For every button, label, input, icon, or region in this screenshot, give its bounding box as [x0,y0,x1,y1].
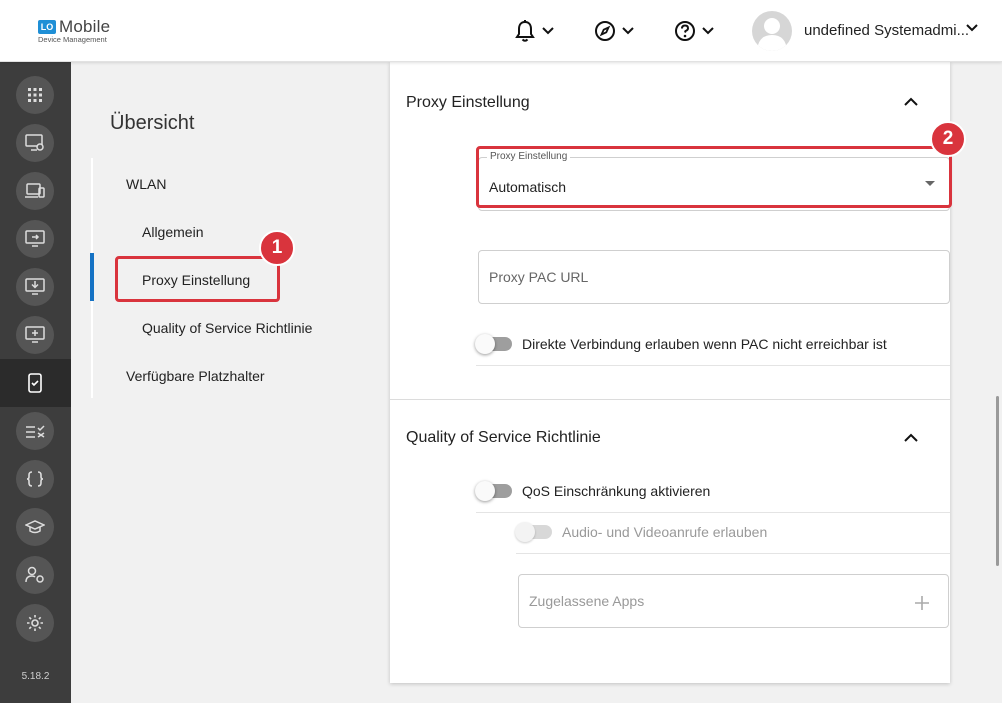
qos-collapse-chevron-icon[interactable] [904,433,918,442]
allowed-apps-field[interactable]: Zugelassene Apps [518,574,949,628]
overview-item-allgemein[interactable]: Allgemein [142,224,203,240]
bell-icon [515,20,535,42]
icon-rail: 5.18.2 [0,62,71,703]
notifications-menu[interactable] [514,18,554,44]
user-menu-chevron-icon[interactable] [966,24,978,32]
compass-menu[interactable] [594,18,634,44]
direct-connection-label: Direkte Verbindung erlauben wenn PAC nic… [522,336,887,352]
compass-icon [595,21,615,41]
callout-highlight-2 [476,146,952,208]
top-bar: LO Mobile Device Management undefined Sy… [0,0,1002,62]
add-icon[interactable] [914,595,930,611]
user-name[interactable]: undefined Systemadmi... [804,22,969,39]
proxy-pac-url-placeholder: Proxy PAC URL [489,269,589,285]
rail-add-device-button[interactable] [16,316,54,354]
user-avatar[interactable] [752,11,792,51]
av-calls-label: Audio- und Videoanrufe erlauben [562,524,768,540]
devices-icon [25,183,45,198]
logo-subtitle: Device Management [38,35,107,44]
proxy-collapse-chevron-icon[interactable] [904,97,918,106]
rail-devices-button[interactable] [16,172,54,210]
rail-mobile-check-button[interactable] [16,364,54,402]
rail-device-settings-button[interactable] [16,124,54,162]
apps-grid-icon [28,88,42,102]
device-settings-icon [25,134,44,151]
rail-braces-button[interactable] [16,460,54,498]
graduation-icon [25,520,45,534]
direct-connection-row: Direkte Verbindung erlauben wenn PAC nic… [475,326,950,366]
qos-limit-row: QoS Einschränkung aktivieren [475,473,950,513]
overview-panel: Übersicht WLAN Allgemein Proxy Einstellu… [71,62,389,703]
toggle-knob [475,481,495,501]
user-settings-icon [25,566,44,583]
allowed-apps-placeholder: Zugelassene Apps [529,593,645,609]
rail-checklist-button[interactable] [16,412,54,450]
proxy-pac-url-input[interactable]: Proxy PAC URL [478,250,950,304]
help-icon [675,21,695,41]
proxy-section-title: Proxy Einstellung [406,94,530,111]
rail-settings-button[interactable] [16,604,54,642]
direct-connection-toggle[interactable] [475,334,512,354]
qos-limit-toggle[interactable] [475,481,512,501]
chevron-down-icon [622,27,634,35]
chevron-down-icon [542,27,554,35]
logo-title: Mobile [59,17,111,36]
chevron-down-icon [702,27,714,35]
overview-active-indicator [90,253,94,301]
section-divider [390,399,950,400]
page-scrollbar[interactable] [996,396,999,566]
checklist-icon [26,425,45,438]
toggle-knob [475,334,495,354]
help-menu[interactable] [674,18,714,44]
rail-user-settings-button[interactable] [16,556,54,594]
av-calls-row: Audio- und Videoanrufe erlauben [515,514,950,554]
callout-badge-1: 1 [259,230,295,266]
rail-graduation-button[interactable] [16,508,54,546]
app-version: 5.18.2 [21,671,50,682]
overview-title: Übersicht [110,112,195,134]
screen-share-icon [25,230,45,247]
mobile-check-icon [28,373,42,393]
logo-mark: LO [38,20,56,34]
toggle-knob [515,522,535,542]
overview-item-qos[interactable]: Quality of Service Richtlinie [142,320,312,336]
qos-section-title: Quality of Service Richtlinie [406,429,601,446]
callout-badge-2: 2 [930,121,966,157]
rail-download-device-button[interactable] [16,268,54,306]
gear-icon [27,615,43,631]
braces-icon [26,471,44,487]
callout-highlight-1 [115,256,280,302]
user-avatar-icon [757,18,787,51]
add-device-icon [25,326,45,343]
rail-screen-share-button[interactable] [16,220,54,258]
overview-item-placeholders[interactable]: Verfügbare Platzhalter [126,368,265,384]
qos-limit-label: QoS Einschränkung aktivieren [522,483,711,499]
download-device-icon [25,278,45,295]
av-calls-toggle[interactable] [515,522,552,542]
rail-apps-button[interactable] [16,76,54,114]
overview-item-wlan[interactable]: WLAN [126,176,166,192]
